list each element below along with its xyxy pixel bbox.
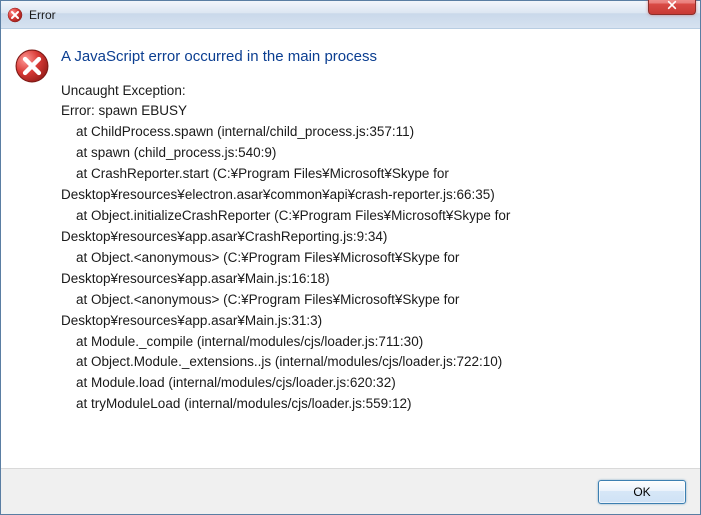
stack-trace: Uncaught Exception: Error: spawn EBUSY a… — [61, 81, 682, 416]
dialog-footer: OK — [1, 468, 700, 514]
dialog-heading: A JavaScript error occurred in the main … — [61, 47, 682, 67]
error-dialog-window: Error A JavaScript error occ — [0, 0, 701, 515]
error-icon — [7, 7, 23, 23]
window-title: Error — [29, 8, 648, 22]
close-icon — [666, 0, 678, 10]
dialog-content: A JavaScript error occurred in the main … — [61, 47, 682, 458]
error-icon — [15, 49, 49, 83]
titlebar[interactable]: Error — [1, 1, 700, 29]
dialog-body: A JavaScript error occurred in the main … — [1, 29, 700, 468]
close-button[interactable] — [648, 0, 696, 15]
ok-button[interactable]: OK — [598, 480, 686, 504]
